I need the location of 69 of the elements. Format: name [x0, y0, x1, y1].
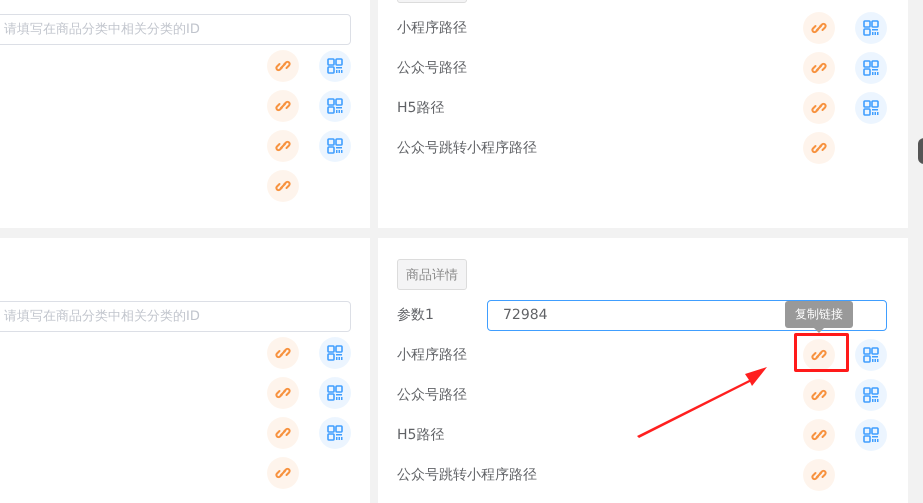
copy-link-button[interactable] — [803, 132, 835, 164]
qr-code-icon — [327, 385, 343, 401]
qr-code-icon — [327, 345, 343, 361]
path-label: 公众号路径 — [397, 59, 468, 77]
copy-link-button[interactable] — [267, 170, 299, 202]
link-icon — [811, 60, 827, 76]
qr-code-button[interactable] — [855, 12, 887, 44]
qr-code-button[interactable] — [855, 379, 887, 411]
copy-link-button[interactable] — [267, 130, 299, 162]
path-label: 公众号跳转小程序路径 — [397, 139, 538, 157]
copy-link-button[interactable] — [267, 90, 299, 122]
link-icon — [275, 98, 291, 114]
path-label: H5路径 — [397, 99, 446, 117]
param-label: 参数1 — [397, 306, 435, 324]
category-id-field[interactable]: 请填写在商品分类中相关分类的ID — [0, 301, 351, 332]
path-label: 公众号路径 — [397, 386, 468, 404]
link-icon — [811, 467, 827, 483]
copy-link-button[interactable] — [267, 337, 299, 369]
tooltip: 复制链接 — [785, 301, 853, 333]
qr-code-icon — [863, 387, 879, 403]
link-icon — [275, 345, 291, 361]
link-icon — [811, 100, 827, 116]
link-icon — [811, 387, 827, 403]
link-icon — [275, 425, 291, 441]
qr-code-icon — [863, 427, 879, 443]
qr-code-button[interactable] — [855, 419, 887, 451]
copy-link-button[interactable] — [803, 379, 835, 411]
qr-code-icon — [863, 347, 879, 363]
copy-link-button[interactable] — [267, 417, 299, 449]
copy-link-button[interactable] — [803, 52, 835, 84]
link-icon — [275, 138, 291, 154]
qr-code-icon — [327, 138, 343, 154]
qr-code-icon — [327, 98, 343, 114]
category-id-field[interactable]: 请填写在商品分类中相关分类的ID — [0, 14, 351, 45]
copy-link-button[interactable] — [267, 457, 299, 489]
copy-link-button[interactable] — [267, 50, 299, 82]
qr-code-button[interactable] — [319, 377, 351, 409]
link-icon — [811, 347, 827, 363]
copy-link-button[interactable] — [803, 12, 835, 44]
qr-code-icon — [327, 425, 343, 441]
qr-code-button[interactable] — [855, 92, 887, 124]
qr-code-button[interactable] — [319, 417, 351, 449]
link-icon — [275, 385, 291, 401]
path-label: 小程序路径 — [397, 346, 468, 364]
product-detail-button[interactable]: 商品详情 — [397, 259, 467, 290]
path-label: 小程序路径 — [397, 19, 468, 37]
link-icon — [811, 427, 827, 443]
path-label: H5路径 — [397, 426, 446, 444]
copy-link-button[interactable] — [803, 419, 835, 451]
copy-link-button[interactable] — [803, 339, 835, 371]
link-icon — [275, 58, 291, 74]
qr-code-button[interactable] — [855, 339, 887, 371]
qr-code-icon — [327, 58, 343, 74]
qr-code-icon — [863, 20, 879, 36]
link-icon — [275, 465, 291, 481]
copy-link-button[interactable] — [267, 377, 299, 409]
copy-link-button[interactable] — [803, 92, 835, 124]
qr-code-icon — [863, 60, 879, 76]
link-icon — [275, 178, 291, 194]
qr-code-button[interactable] — [855, 52, 887, 84]
copy-link-button[interactable] — [803, 459, 835, 491]
qr-code-button[interactable] — [319, 130, 351, 162]
qr-code-icon — [863, 100, 879, 116]
qr-code-button[interactable] — [319, 337, 351, 369]
link-icon — [811, 140, 827, 156]
link-icon — [811, 20, 827, 36]
qr-code-button[interactable] — [319, 50, 351, 82]
path-label: 公众号跳转小程序路径 — [397, 466, 538, 484]
qr-code-button[interactable] — [319, 90, 351, 122]
